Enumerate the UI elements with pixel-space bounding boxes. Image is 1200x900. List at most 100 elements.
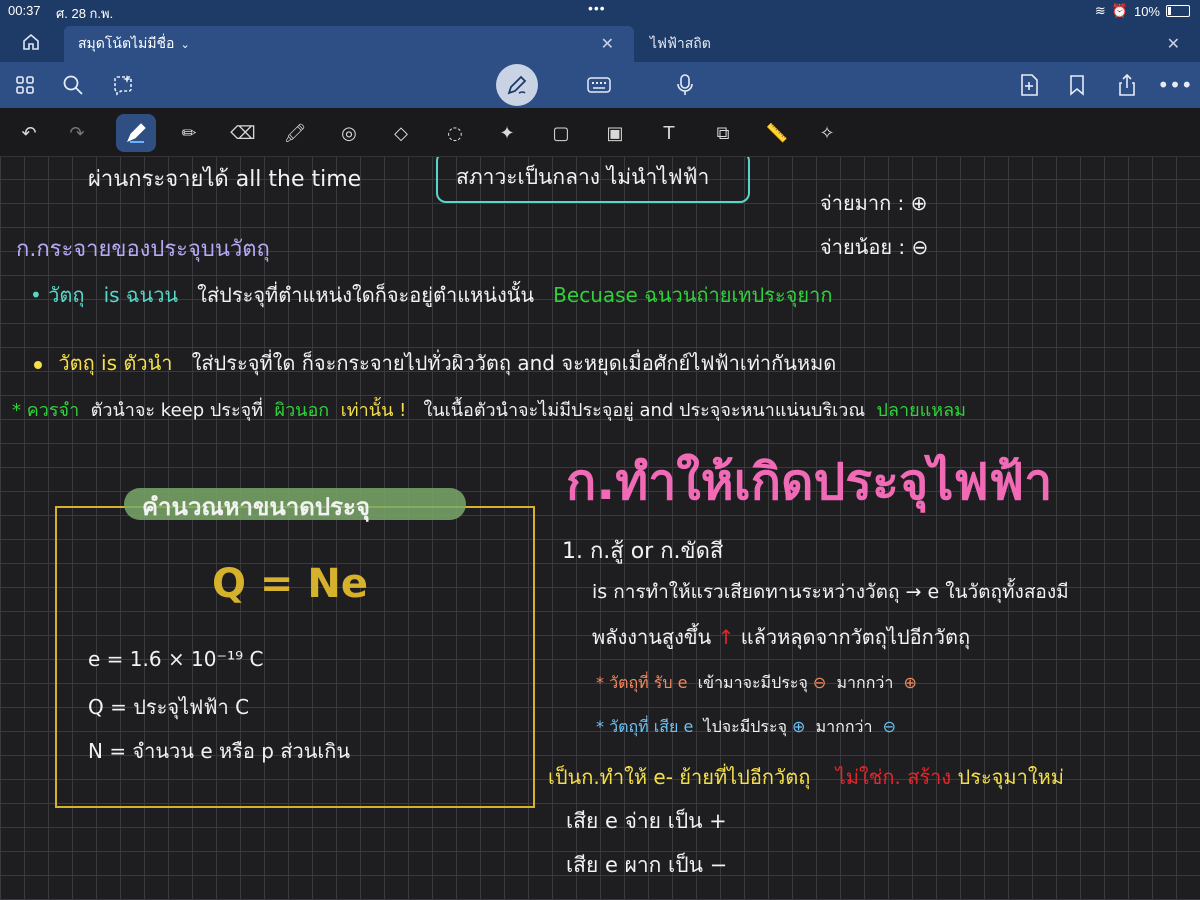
text-span: ใส่ประจุที่ตำแหน่งใดก็จะอยู่ตำแหน่งนั้น — [197, 283, 535, 307]
note-line: • วัตถุ is ฉนวน ใส่ประจุที่ตำแหน่งใดก็จะ… — [30, 279, 832, 311]
image-tool-icon[interactable]: ▣ — [602, 120, 628, 146]
grid-icon[interactable] — [12, 72, 38, 98]
formula: Q = Ne — [212, 561, 368, 607]
formula-box-title: คำนวณหาขนาดประจุ — [142, 493, 370, 521]
note-line: is การทำให้แรวเสียดทานระหว่างวัตถุ → e ใ… — [592, 581, 1069, 603]
text-span: * วัตถุที่ — [596, 717, 649, 736]
note-line: เป็นก.ทำให้ e- ย้ายที่ไปอีกวัตถุ ไม่ใช่ก… — [548, 761, 1064, 793]
text-span: เท่านั้น ! — [340, 400, 407, 421]
text-span: เสีย e — [653, 717, 694, 736]
note-line: พลังงานสูงขึ้น ↑ แล้วหลุดจากวัตถุไปอีกวั… — [592, 621, 970, 653]
highlighter-tool-icon[interactable]: 🖍 — [282, 120, 308, 146]
home-icon[interactable] — [18, 30, 44, 54]
up-arrow-icon: ↑ — [717, 625, 735, 649]
text-span: * ควรจำ — [12, 400, 80, 421]
battery-icon — [1166, 5, 1190, 17]
add-page-icon[interactable] — [1016, 72, 1042, 98]
pencil-tool-icon[interactable]: ✏ — [176, 120, 202, 146]
note-line: * วัตถุที่ เสีย e ไปจะมีประจุ ⊕ มากกว่า … — [596, 715, 896, 740]
note-line: 1. ก.สู้ or ก.ขัดสี — [562, 539, 724, 564]
shape-tool-icon[interactable]: ◎ — [336, 120, 362, 146]
bullet-icon: • — [30, 283, 42, 307]
text-span: ประจุมาใหม่ — [957, 765, 1064, 789]
section-heading: ก.ทำให้เกิดประจุไฟฟ้า — [566, 453, 1053, 511]
text-span: ในเนื้อตัวนำจะไม่มีประจุอยู่ and ประจุจะ… — [423, 400, 866, 421]
search-icon[interactable] — [60, 72, 86, 98]
text-span: ไม่ใช่ก. — [835, 765, 901, 789]
note-line: เสีย e จ่าย เป็น + — [566, 809, 727, 833]
microphone-icon[interactable] — [672, 72, 698, 98]
tab-electrostatics[interactable]: ไฟฟ้าสถิต ✕ — [636, 26, 1200, 62]
text-span: ⊖ — [812, 673, 827, 692]
sticker-tool-icon[interactable]: ✦ — [494, 120, 520, 146]
note-canvas[interactable]: ผ่านกระจายได้ all the time สภาวะเป็นกลาง… — [0, 157, 1200, 900]
pen-tool-icon[interactable] — [116, 114, 156, 152]
note-line: * ควรจำ ตัวนำจะ keep ประจุที่ ผิวนอก เท่… — [12, 395, 966, 424]
close-icon[interactable]: ✕ — [601, 34, 614, 54]
section-heading: ก.กระจายของประจุบนวัตถุ — [16, 237, 270, 262]
text-span: มากกว่า — [836, 673, 894, 692]
note-line: จ่ายน้อย : ⊖ — [820, 235, 929, 259]
note-line: เสีย e ผาก เป็น − — [566, 853, 728, 877]
chevron-down-icon[interactable]: ⌄ — [180, 38, 189, 51]
text-span: ⊖ — [882, 717, 897, 736]
note-line: จ่ายมาก : ⊕ — [820, 191, 928, 215]
text-span: เป็นก.ทำให้ e- ย้ายที่ไปอีกวัตถุ — [548, 765, 811, 789]
more-icon[interactable]: ••• — [1157, 72, 1192, 98]
text-span: ปลายแหลม — [876, 400, 967, 421]
text-span: ตัวนำจะ keep ประจุที่ — [90, 400, 264, 421]
text-span: ⊕ — [792, 717, 806, 736]
text-span: Becuase ฉนวนถ่ายเทประจุยาก — [553, 283, 833, 307]
text-span: พลังงานสูงขึ้น — [592, 625, 712, 649]
keyboard-icon[interactable] — [586, 72, 612, 98]
pen-mode-icon[interactable] — [496, 64, 538, 106]
text-span: สร้าง — [907, 765, 952, 789]
text-span: ใส่ประจุที่ใด ก็จะกระจายไปทั่วผิววัตถุ a… — [191, 351, 837, 375]
ruler-tool-icon[interactable]: 📏 — [764, 120, 790, 146]
text-tool-icon[interactable]: T — [656, 120, 682, 146]
status-bar: 00:37 ศ. 28 ก.พ. ••• ≋ ⏰ 10% — [0, 0, 1200, 22]
text-span: ผิวนอก — [274, 400, 330, 421]
bullet-icon — [34, 360, 42, 369]
camera-tool-icon[interactable]: ⧉ — [710, 120, 736, 146]
redo-icon[interactable]: ↷ — [64, 120, 90, 146]
tab-notebook[interactable]: สมุดโน้ตไม่มีชื่อ ⌄ ✕ — [64, 26, 634, 62]
share-icon[interactable] — [1114, 72, 1140, 98]
text-span: รับ e — [653, 673, 688, 692]
status-time: 00:37 — [8, 3, 41, 18]
wifi-icon: ≋ — [1094, 3, 1106, 18]
laser-pointer-icon[interactable]: ✧ — [814, 120, 840, 146]
status-date: ศ. 28 ก.พ. — [56, 6, 114, 21]
note-line: วัตถุ is ตัวนำ ใส่ประจุที่ใด ก็จะกระจายไ… — [34, 347, 836, 379]
text-span: แล้วหลุดจากวัตถุไปอีกวัตถุ — [740, 625, 971, 649]
formula-definition: Q = ประจุไฟฟ้า C — [88, 695, 250, 719]
formula-definition: e = 1.6 × 10⁻¹⁹ C — [88, 647, 264, 671]
element-tool-icon[interactable]: ◇ — [388, 120, 414, 146]
alarm-icon: ⏰ — [1111, 3, 1128, 18]
text-span: มากกว่า — [815, 717, 873, 736]
text-span: * วัตถุที่ — [596, 673, 649, 692]
close-icon[interactable]: ✕ — [1167, 34, 1180, 54]
note-tool-icon[interactable]: ▢ — [548, 120, 574, 146]
note-line: ผ่านกระจายได้ all the time — [88, 167, 362, 192]
tab-bar: สมุดโน้ตไม่มีชื่อ ⌄ ✕ ไฟฟ้าสถิต ✕ — [0, 22, 1200, 62]
ai-sparkle-icon[interactable] — [110, 72, 136, 98]
note-line: สภาวะเป็นกลาง ไม่นำไฟฟ้า — [456, 165, 710, 189]
eraser-tool-icon[interactable]: ⌫ — [230, 120, 256, 146]
tools-toolbar: ↶ ↷ ✏ ⌫ 🖍 ◎ ◇ ◌ ✦ ▢ ▣ T ⧉ 📏 ✧ — [0, 108, 1200, 260]
text-span: ⊕ — [903, 673, 917, 692]
status-right: ≋ ⏰ 10% — [1095, 3, 1190, 19]
formula-definition: N = จำนวน e หรือ p ส่วนเกิน — [88, 739, 351, 763]
lasso-tool-icon[interactable]: ◌ — [442, 120, 468, 146]
text-span: วัตถุ is ตัวนำ — [58, 351, 173, 375]
multitasking-dots-icon[interactable]: ••• — [588, 0, 606, 16]
text-span: เข้ามาจะมีประจุ — [697, 673, 808, 692]
note-line: * วัตถุที่ รับ e เข้ามาจะมีประจุ ⊖ มากกว… — [596, 671, 917, 696]
tab-label: สมุดโน้ตไม่มีชื่อ — [78, 35, 175, 51]
undo-icon[interactable]: ↶ — [16, 120, 42, 146]
bookmark-icon[interactable] — [1064, 72, 1090, 98]
text-span: is ฉนวน — [103, 283, 179, 307]
top-toolbar: ••• — [0, 62, 1200, 108]
text-span: ไปจะมีประจุ — [703, 717, 787, 736]
tab-label: ไฟฟ้าสถิต — [650, 35, 711, 51]
